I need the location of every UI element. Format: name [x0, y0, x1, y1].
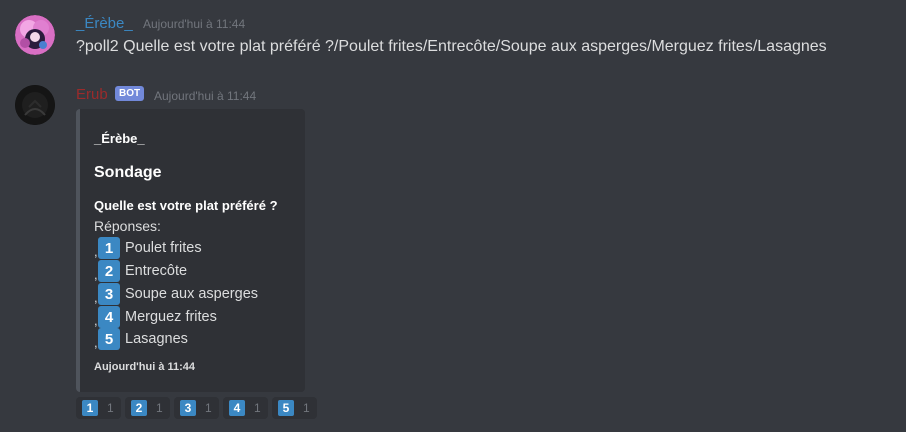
reaction-1-button[interactable]: 1 1	[76, 397, 121, 419]
reaction-5-button[interactable]: 5 1	[272, 397, 317, 419]
poll-option: , 5 Lasagnes	[94, 328, 188, 350]
reaction-count: 1	[156, 401, 163, 415]
option-label: Entrecôte	[125, 263, 188, 279]
reaction-2-button[interactable]: 2 1	[125, 397, 170, 419]
poll-option: , 3 Soupe aux asperges	[94, 283, 258, 305]
option-label: Lasagnes	[125, 331, 188, 347]
embed-author: _Érèbe_	[94, 131, 145, 146]
reaction-count: 1	[205, 401, 212, 415]
answers-label: Réponses:	[94, 218, 161, 234]
embed-title: Sondage	[94, 164, 162, 181]
keycap-5-icon: 5	[278, 400, 294, 416]
reaction-4-button[interactable]: 4 1	[223, 397, 268, 419]
poll-question: Quelle est votre plat préféré ?	[94, 198, 278, 213]
poll-option: , 1 Poulet frites	[94, 237, 202, 259]
keycap-3-icon: 3	[98, 283, 120, 305]
keycap-2-icon: 2	[98, 260, 120, 282]
reaction-3-button[interactable]: 3 1	[174, 397, 219, 419]
reaction-count: 1	[254, 401, 261, 415]
keycap-2-icon: 2	[131, 400, 147, 416]
bot-message-timestamp: Aujourd'hui à 11:44	[154, 89, 257, 103]
option-label: Merguez frites	[125, 309, 217, 325]
keycap-3-icon: 3	[180, 400, 196, 416]
keycap-1-icon: 1	[82, 400, 98, 416]
message-bot: Erub BOT Aujourd'hui à 11:44 _Érèbe_ Son…	[0, 0, 906, 432]
reactions-bar: 1 1 2 1 3 1 4 1 5 1	[76, 397, 321, 419]
bot-username[interactable]: Erub	[76, 86, 108, 103]
keycap-1-icon: 1	[98, 237, 120, 259]
reaction-count: 1	[107, 401, 114, 415]
keycap-5-icon: 5	[98, 328, 120, 350]
poll-option: , 4 Merguez frites	[94, 306, 217, 328]
bot-avatar[interactable]	[15, 85, 55, 125]
poll-option: , 2 Entrecôte	[94, 260, 187, 282]
reaction-count: 1	[303, 401, 310, 415]
option-label: Poulet frites	[125, 240, 202, 256]
keycap-4-icon: 4	[98, 306, 120, 328]
embed-footer-timestamp: Aujourd'hui à 11:44	[94, 361, 196, 373]
poll-embed: _Érèbe_ Sondage Quelle est votre plat pr…	[76, 109, 305, 392]
bot-badge: BOT	[115, 86, 145, 101]
keycap-4-icon: 4	[229, 400, 245, 416]
option-label: Soupe aux asperges	[125, 286, 259, 302]
